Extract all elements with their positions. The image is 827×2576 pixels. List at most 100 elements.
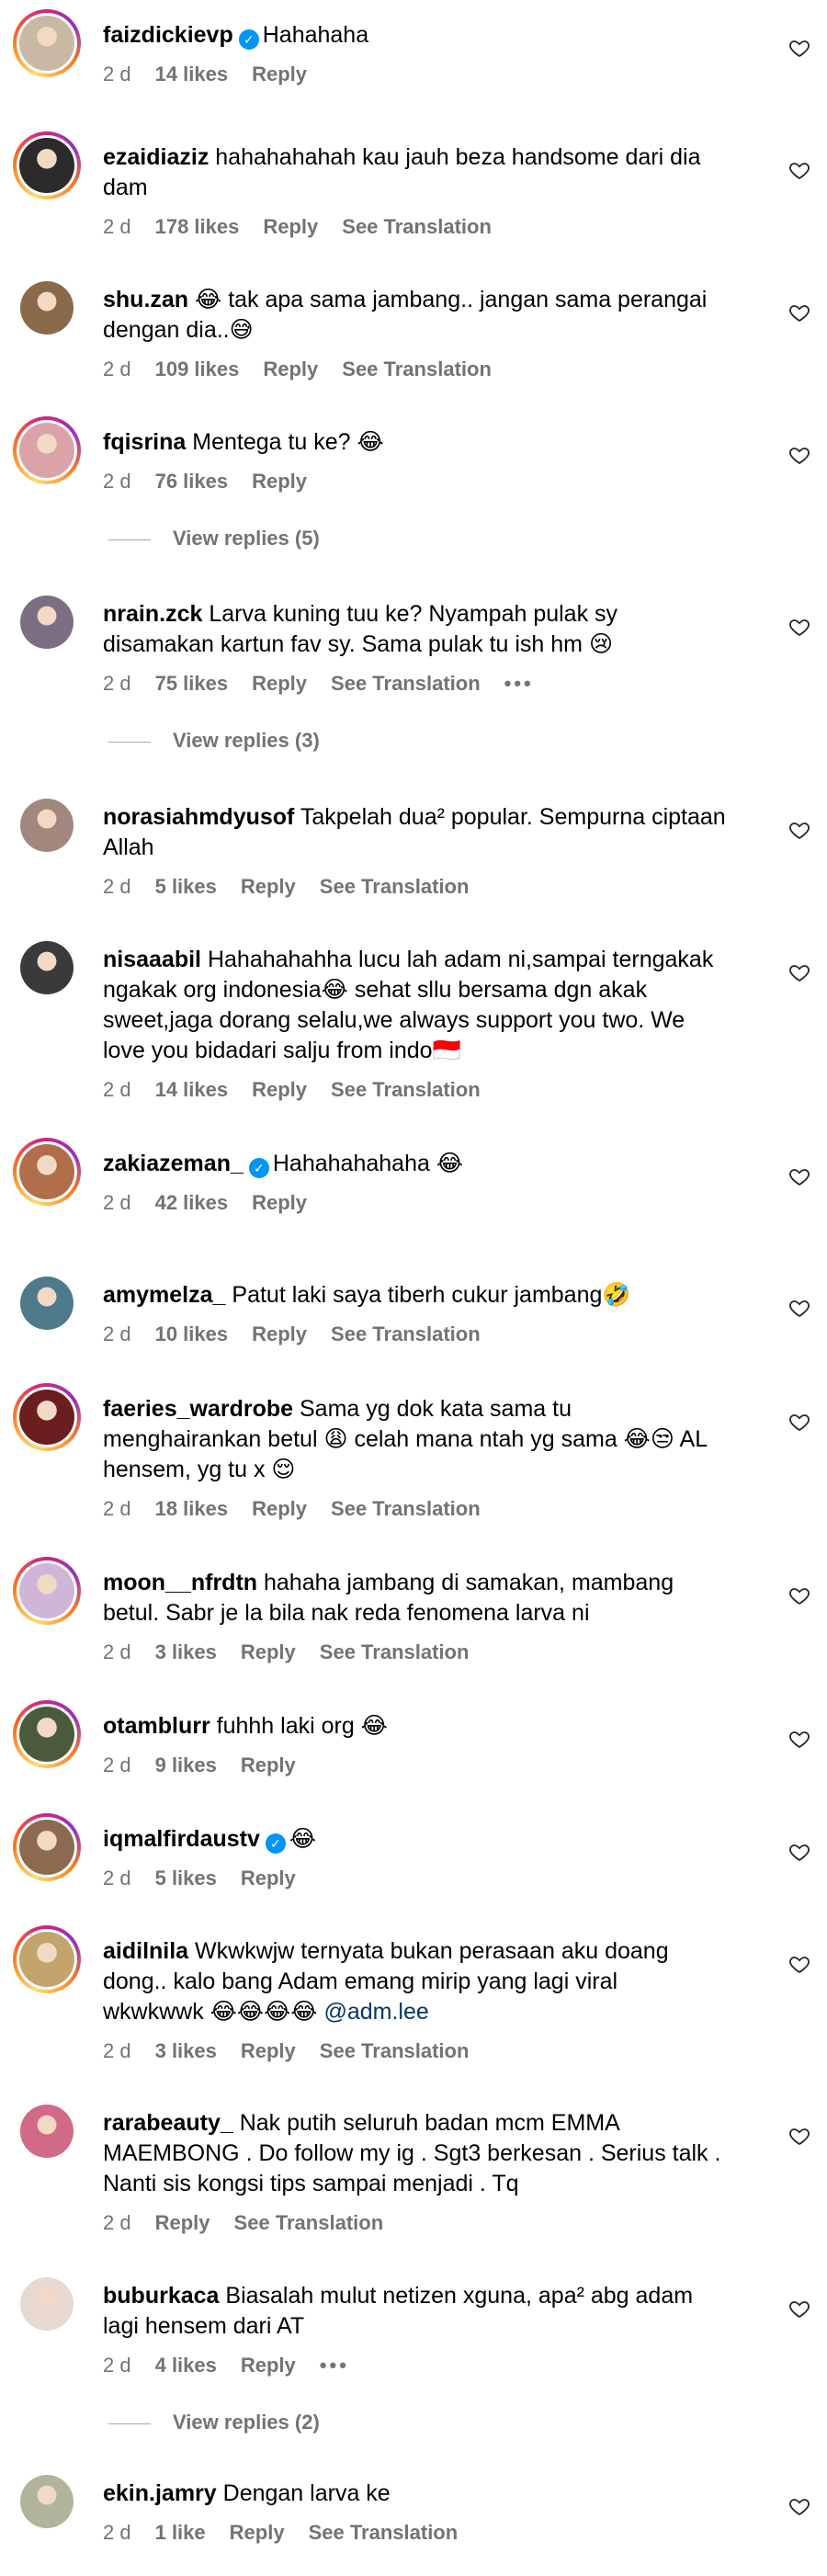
view-replies-button[interactable]: View replies (3) <box>108 728 320 754</box>
reply-button[interactable]: Reply <box>252 62 307 85</box>
avatar[interactable] <box>13 9 81 77</box>
see-translation-button[interactable]: See Translation <box>342 215 492 238</box>
likes-count[interactable]: 1 like <box>155 2521 206 2544</box>
likes-count[interactable]: 14 likes <box>155 62 229 85</box>
reply-button[interactable]: Reply <box>241 1640 296 1663</box>
reply-button[interactable]: Reply <box>230 2521 285 2544</box>
avatar[interactable] <box>13 1138 81 1206</box>
heart-outline-icon[interactable] <box>788 1728 810 1750</box>
more-options-icon[interactable]: ••• <box>320 2354 349 2377</box>
view-replies-button[interactable]: View replies (5) <box>108 526 320 551</box>
avatar[interactable] <box>13 2468 81 2536</box>
heart-outline-icon[interactable] <box>788 1297 810 1319</box>
avatar[interactable] <box>13 2270 81 2338</box>
see-translation-button[interactable]: See Translation <box>331 1322 481 1345</box>
reply-button[interactable]: Reply <box>241 2354 296 2377</box>
likes-count[interactable]: 5 likes <box>155 875 217 898</box>
reply-button[interactable]: Reply <box>263 215 318 238</box>
avatar[interactable] <box>13 791 81 859</box>
username-link[interactable]: moon__nfrdtn <box>103 1570 257 1595</box>
heart-outline-icon[interactable] <box>788 37 810 59</box>
avatar[interactable] <box>13 1269 81 1337</box>
reply-button[interactable]: Reply <box>252 672 307 695</box>
likes-count[interactable]: 3 likes <box>155 1640 217 1663</box>
reply-button[interactable]: Reply <box>241 875 296 898</box>
username-link[interactable]: buburkaca <box>103 2283 219 2309</box>
likes-count[interactable]: 76 likes <box>155 470 229 493</box>
see-translation-button[interactable]: See Translation <box>320 875 470 898</box>
heart-outline-icon[interactable] <box>788 819 810 841</box>
likes-count[interactable]: 75 likes <box>155 672 229 695</box>
avatar[interactable] <box>13 1813 81 1881</box>
likes-count[interactable]: 3 likes <box>155 2039 217 2062</box>
see-translation-button[interactable]: See Translation <box>331 672 481 695</box>
heart-outline-icon[interactable] <box>788 1953 810 1975</box>
avatar[interactable] <box>13 1700 81 1768</box>
avatar[interactable] <box>13 416 81 484</box>
heart-outline-icon[interactable] <box>788 616 810 638</box>
reply-button[interactable]: Reply <box>241 1753 296 1776</box>
heart-outline-icon[interactable] <box>788 2125 810 2147</box>
view-replies-button[interactable]: View replies (2) <box>108 2410 320 2435</box>
reply-button[interactable]: Reply <box>155 2211 210 2234</box>
more-options-icon[interactable]: ••• <box>504 672 534 695</box>
heart-outline-icon[interactable] <box>788 2298 810 2320</box>
avatar[interactable] <box>13 934 81 1002</box>
avatar[interactable] <box>13 588 81 656</box>
username-link[interactable]: aidilnila <box>103 1938 188 1964</box>
username-link[interactable]: nrain.zck <box>103 601 202 627</box>
username-link[interactable]: nisaaabil <box>103 947 201 972</box>
heart-outline-icon[interactable] <box>788 1165 810 1187</box>
see-translation-button[interactable]: See Translation <box>309 2521 459 2544</box>
heart-outline-icon[interactable] <box>788 961 810 983</box>
username-link[interactable]: ekin.jamry <box>103 2480 217 2506</box>
username-link[interactable]: faeries_wardrobe <box>103 1396 293 1422</box>
username-link[interactable]: ezaidiaziz <box>103 144 209 170</box>
heart-outline-icon[interactable] <box>788 301 810 323</box>
likes-count[interactable]: 178 likes <box>155 215 240 238</box>
heart-outline-icon[interactable] <box>788 1841 810 1863</box>
see-translation-button[interactable]: See Translation <box>331 1497 481 1520</box>
likes-count[interactable]: 18 likes <box>155 1497 229 1520</box>
avatar[interactable] <box>13 2097 81 2165</box>
heart-outline-icon[interactable] <box>788 159 810 181</box>
username-link[interactable]: fqisrina <box>103 429 186 455</box>
see-translation-button[interactable]: See Translation <box>320 1640 470 1663</box>
avatar[interactable] <box>13 274 81 342</box>
heart-outline-icon[interactable] <box>788 2495 810 2517</box>
reply-button[interactable]: Reply <box>252 1322 307 1345</box>
username-link[interactable]: zakiazeman_ <box>103 1151 244 1176</box>
likes-count[interactable]: 10 likes <box>155 1322 229 1345</box>
reply-button[interactable]: Reply <box>252 1191 307 1214</box>
username-link[interactable]: rarabeauty_ <box>103 2110 233 2136</box>
username-link[interactable]: amymelza_ <box>103 1282 225 1308</box>
username-link[interactable]: norasiahmdyusof <box>103 804 294 830</box>
heart-outline-icon[interactable] <box>788 1584 810 1606</box>
likes-count[interactable]: 42 likes <box>155 1191 229 1214</box>
username-link[interactable]: shu.zan <box>103 287 188 312</box>
reply-button[interactable]: Reply <box>252 470 307 493</box>
likes-count[interactable]: 9 likes <box>155 1753 217 1776</box>
reply-button[interactable]: Reply <box>252 1078 307 1101</box>
avatar[interactable] <box>13 131 81 199</box>
heart-outline-icon[interactable] <box>788 444 810 466</box>
reply-button[interactable]: Reply <box>241 2039 296 2062</box>
likes-count[interactable]: 4 likes <box>155 2354 217 2377</box>
see-translation-button[interactable]: See Translation <box>234 2211 384 2234</box>
reply-button[interactable]: Reply <box>241 1867 296 1889</box>
see-translation-button[interactable]: See Translation <box>342 357 492 380</box>
see-translation-button[interactable]: See Translation <box>320 2039 470 2062</box>
avatar[interactable] <box>13 1383 81 1451</box>
see-translation-button[interactable]: See Translation <box>331 1078 481 1101</box>
heart-outline-icon[interactable] <box>788 1411 810 1433</box>
reply-button[interactable]: Reply <box>263 357 318 380</box>
likes-count[interactable]: 109 likes <box>155 357 240 380</box>
likes-count[interactable]: 5 likes <box>155 1867 217 1889</box>
mention-link[interactable]: @adm.lee <box>323 1999 428 2025</box>
username-link[interactable]: iqmalfirdaustv <box>103 1826 260 1852</box>
reply-button[interactable]: Reply <box>252 1497 307 1520</box>
username-link[interactable]: otamblurr <box>103 1713 210 1739</box>
likes-count[interactable]: 14 likes <box>155 1078 229 1101</box>
avatar[interactable] <box>13 1925 81 1993</box>
username-link[interactable]: faizdickievp <box>103 22 233 48</box>
